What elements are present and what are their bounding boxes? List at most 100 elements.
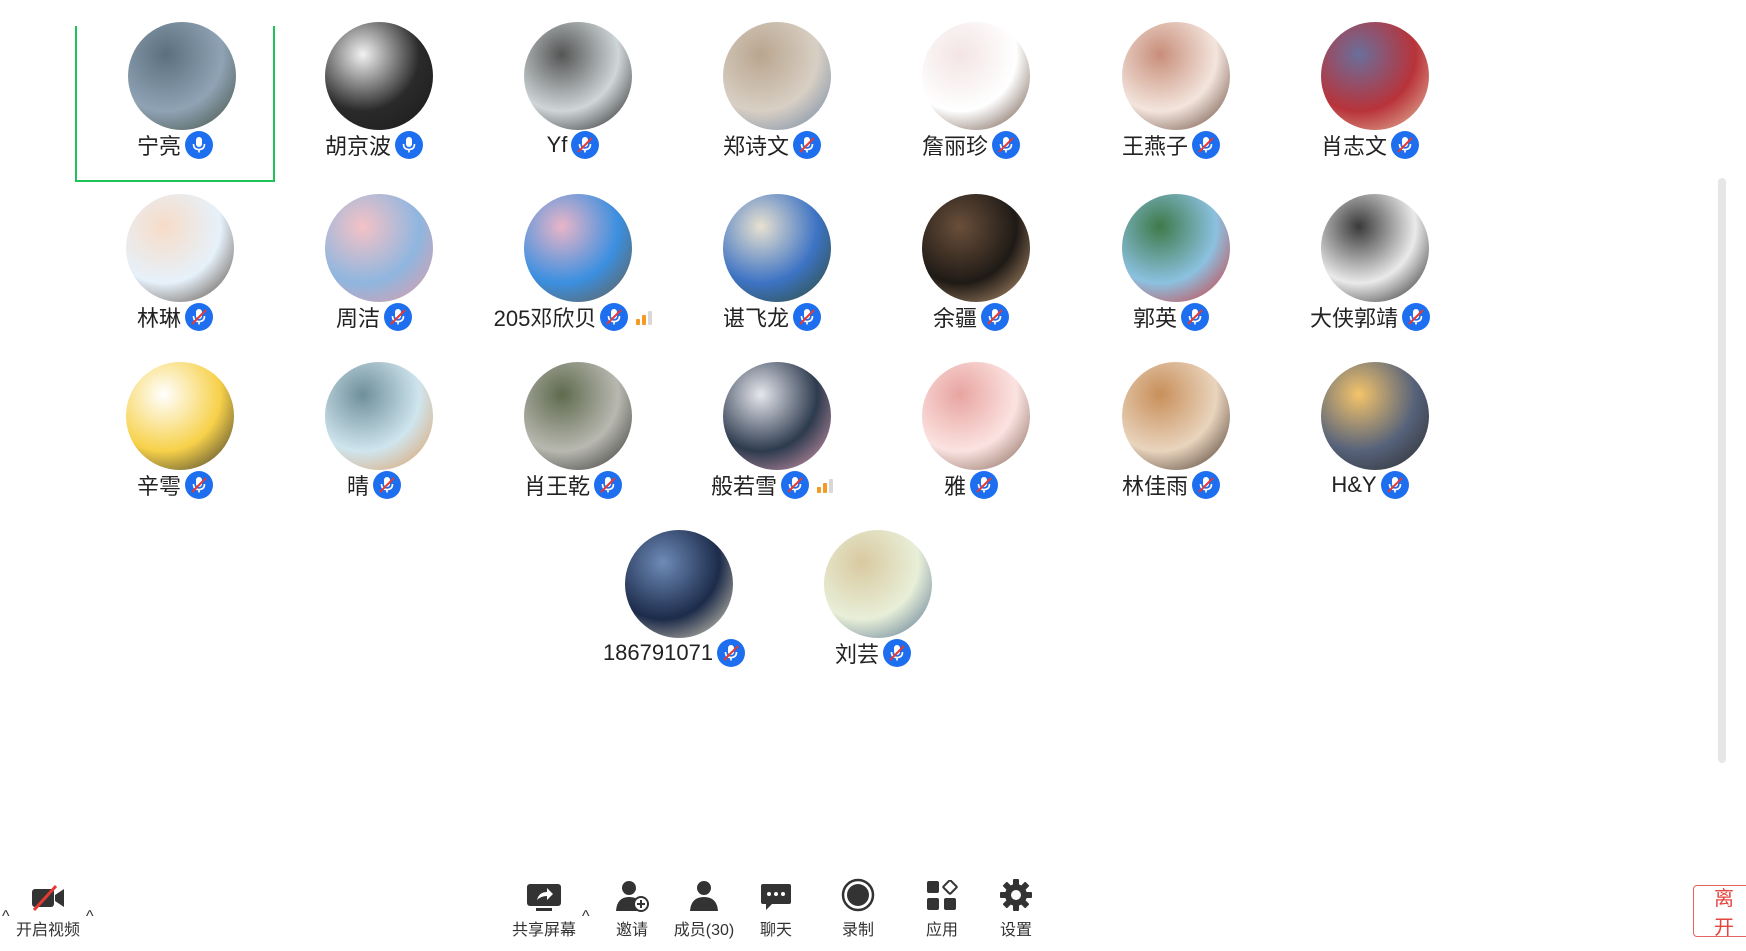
mic-muted-icon [384, 303, 412, 331]
participant-avatar [922, 362, 1030, 470]
share-screen-label: 共享屏幕 [511, 922, 576, 939]
chat-label: 聊天 [759, 922, 792, 939]
participant-avatar [1122, 194, 1230, 302]
participant-avatar [723, 194, 831, 302]
participant-tile[interactable]: 林佳雨 [1071, 362, 1271, 522]
participant-avatar [126, 362, 234, 470]
participant-tile[interactable]: H&Y [1270, 362, 1470, 522]
start-video-button[interactable]: 开启视频 [8, 870, 88, 950]
participant-avatar [922, 194, 1030, 302]
participant-tile[interactable]: 谌飞龙 [672, 194, 872, 354]
participant-name: 余疆 [932, 306, 977, 331]
participant-name-row: 林琳 [75, 300, 275, 334]
mic-muted-icon [717, 639, 746, 667]
apps-label: 应用 [925, 922, 958, 939]
participant-tile[interactable]: 王燕子 [1071, 22, 1271, 186]
participant-name-row: 林佳雨 [1071, 468, 1271, 502]
participant-name-row: 186791071 [574, 636, 774, 670]
participant-tile[interactable]: 刘芸 [773, 530, 973, 690]
mic-muted-icon [981, 303, 1009, 331]
mic-muted-icon [1192, 471, 1220, 499]
mic-muted-icon [185, 471, 213, 499]
chat-icon [760, 870, 792, 912]
camera-off-icon [30, 870, 66, 912]
participant-name-row: 肖王乾 [473, 468, 673, 502]
vertical-scrollbar[interactable] [1718, 178, 1726, 763]
share-screen-button[interactable]: 共享屏幕 [504, 870, 584, 950]
participant-name: H&Y [1331, 472, 1377, 497]
participant-avatar [723, 22, 831, 130]
participant-tile[interactable]: 林琳 [75, 194, 275, 354]
participant-name: 肖志文 [1320, 134, 1387, 159]
mic-muted-icon [781, 471, 809, 499]
participant-avatar [1321, 22, 1429, 130]
members-icon [687, 870, 721, 912]
participant-tile[interactable]: 辛雩 [75, 362, 275, 522]
record-button[interactable]: 录制 [818, 870, 898, 950]
invite-user-icon [615, 870, 649, 912]
participant-avatar [128, 22, 236, 130]
participant-name-row: 晴 [274, 468, 474, 502]
participant-avatar [824, 530, 932, 638]
mic-muted-icon [1391, 131, 1419, 159]
participant-name: 宁亮 [136, 134, 181, 159]
mic-muted-icon [373, 471, 401, 499]
apps-icon [926, 870, 958, 912]
mic-muted-icon [1380, 471, 1409, 499]
participant-tile[interactable]: 般若雪 [672, 362, 872, 522]
mic-on-icon [395, 131, 423, 159]
share-options-caret-icon[interactable]: ^ [582, 908, 590, 926]
participant-avatar [325, 22, 433, 130]
participant-tile[interactable]: 郑诗文 [672, 22, 872, 186]
participant-tile[interactable]: 大侠郭靖 [1270, 194, 1470, 354]
mic-muted-icon [992, 131, 1020, 159]
participant-name: Yf [546, 132, 568, 157]
participant-name: 谌飞龙 [722, 306, 789, 331]
participant-tile[interactable]: Yf [473, 22, 673, 186]
mic-on-icon [185, 131, 213, 159]
participant-name-row: 雅 [871, 468, 1071, 502]
participant-tile[interactable]: 宁亮 [75, 22, 275, 182]
participant-avatar [723, 362, 831, 470]
chat-button[interactable]: 聊天 [736, 870, 816, 950]
participant-tile[interactable]: 胡京波 [274, 22, 474, 186]
participant-tile[interactable]: 余疆 [871, 194, 1071, 354]
invite-button[interactable]: 邀请 [592, 870, 672, 950]
participant-name: 林佳雨 [1121, 474, 1188, 499]
participant-name-row: 辛雩 [75, 468, 275, 502]
participant-name: 林琳 [136, 306, 181, 331]
participant-tile[interactable]: 205邓欣贝 [473, 194, 673, 354]
participant-name-row: 詹丽珍 [871, 128, 1071, 162]
participant-name: 般若雪 [710, 474, 777, 499]
participant-name-row: 余疆 [871, 300, 1071, 334]
participant-avatar [1321, 362, 1429, 470]
apps-button[interactable]: 应用 [902, 870, 982, 950]
participant-avatar [524, 362, 632, 470]
invite-label: 邀请 [615, 922, 648, 939]
leave-meeting-button[interactable]: 离开 [1693, 885, 1746, 939]
participant-avatar [524, 22, 632, 130]
participant-tile[interactable]: 肖王乾 [473, 362, 673, 522]
members-button[interactable]: 成员(30) [664, 870, 744, 950]
participant-name-row: Yf [473, 128, 673, 162]
participant-name: 胡京波 [324, 134, 391, 159]
participant-tile[interactable]: 肖志文 [1270, 22, 1470, 186]
participant-tile[interactable]: 詹丽珍 [871, 22, 1071, 186]
participant-tile[interactable]: 郭英 [1071, 194, 1271, 354]
mic-muted-icon [600, 303, 629, 331]
gear-icon [999, 870, 1033, 912]
participant-tile[interactable]: 186791071 [574, 530, 774, 690]
participant-grid: 宁亮 胡京波 Yf 郑诗文 詹丽珍 王燕子 肖志文林琳 周洁 205邓欣贝 谌飞龙 余疆 郭英 大侠郭靖… [0, 0, 1746, 780]
participant-tile[interactable]: 晴 [274, 362, 474, 522]
participant-tile[interactable]: 雅 [871, 362, 1071, 522]
start-video-label: 开启视频 [15, 922, 80, 939]
video-options-caret-icon[interactable]: ^ [86, 908, 94, 926]
settings-button[interactable]: 设置 [976, 870, 1056, 950]
participant-avatar [1321, 194, 1429, 302]
mic-muted-icon [1181, 303, 1209, 331]
participant-avatar [325, 194, 433, 302]
participant-tile[interactable]: 周洁 [274, 194, 474, 354]
mic-muted-icon [185, 303, 213, 331]
participant-avatar [922, 22, 1030, 130]
participant-name: 周洁 [335, 306, 380, 331]
